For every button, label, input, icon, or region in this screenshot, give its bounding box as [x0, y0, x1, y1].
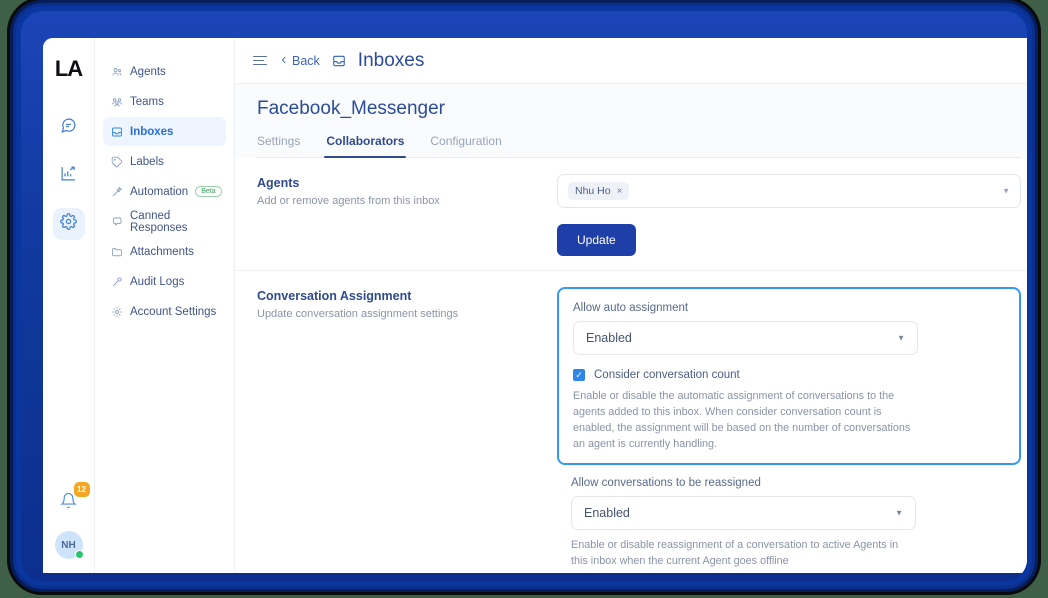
tab-configuration[interactable]: Configuration: [430, 134, 501, 157]
rail-bottom-group: 12 NH: [43, 489, 94, 559]
update-button[interactable]: Update: [557, 224, 636, 256]
device-frame: LA: [16, 6, 1032, 586]
consider-conversation-count-label: Consider conversation count: [594, 369, 740, 381]
sidebar-item-attachments[interactable]: Attachments: [103, 237, 226, 266]
consider-conversation-count-row[interactable]: ✓ Consider conversation count: [573, 369, 1005, 381]
reassign-label: Allow conversations to be reassigned: [571, 477, 1007, 489]
sidebar-item-label: Inboxes: [130, 126, 173, 138]
assignment-section-left: Conversation Assignment Update conversat…: [257, 287, 557, 573]
auto-assignment-help-text: Enable or disable the automatic assignme…: [573, 389, 925, 453]
rail-item-reports[interactable]: [53, 160, 85, 192]
sidebar-item-label: Labels: [130, 156, 164, 168]
agent-chip-label: Nhu Ho: [575, 185, 611, 197]
agents-section-left: Agents Add or remove agents from this in…: [257, 174, 557, 256]
rail-item-conversations[interactable]: [53, 112, 85, 144]
top-bar: Back Inboxes: [235, 38, 1027, 84]
notification-count-badge: 12: [74, 482, 90, 497]
auto-assignment-select[interactable]: Enabled ▼: [573, 321, 918, 355]
agents-section-title: Agents: [257, 176, 557, 190]
app-window: LA: [43, 38, 1027, 573]
agent-chip[interactable]: Nhu Ho ×: [568, 182, 629, 200]
sidebar-item-label: Agents: [130, 66, 166, 78]
back-button[interactable]: Back: [279, 54, 320, 68]
auto-assignment-highlight-box: Allow auto assignment Enabled ▼ ✓ Consid…: [557, 287, 1021, 465]
rail-icon-group: [53, 112, 85, 240]
teams-icon: [111, 96, 123, 108]
canned-response-icon: [111, 216, 123, 228]
beta-badge: Beta: [195, 186, 221, 198]
notifications-button[interactable]: 12: [55, 489, 83, 517]
app-logo: LA: [55, 56, 82, 82]
bar-chart-icon: [60, 165, 77, 187]
consider-conversation-count-checkbox[interactable]: ✓: [573, 369, 585, 381]
sidebar-item-canned-responses[interactable]: Canned Responses: [103, 207, 226, 236]
agents-icon: [111, 66, 123, 78]
sidebar-item-label: Attachments: [130, 246, 194, 258]
sidebar-item-labels[interactable]: Labels: [103, 147, 226, 176]
page-header: Facebook_Messenger Settings Collaborator…: [235, 84, 1027, 158]
page-title: Facebook_Messenger: [257, 98, 1021, 120]
conversation-assignment-section: Conversation Assignment Update conversat…: [235, 271, 1027, 573]
agents-section-right: Nhu Ho × ▼ Update: [557, 174, 1021, 256]
sidebar-item-automation[interactable]: Automation Beta: [103, 177, 226, 206]
folder-icon: [111, 246, 123, 258]
auto-assignment-value: Enabled: [586, 331, 632, 345]
reassign-select[interactable]: Enabled ▼: [571, 496, 916, 530]
sidebar-item-teams[interactable]: Teams: [103, 87, 226, 116]
device-frame-inner: LA: [21, 11, 1027, 581]
settings-sidebar: Agents Teams: [95, 38, 235, 573]
chevron-down-icon[interactable]: ▼: [1002, 187, 1010, 196]
agents-section: Agents Add or remove agents from this in…: [235, 158, 1027, 271]
agents-section-subtitle: Add or remove agents from this inbox: [257, 194, 557, 210]
presence-indicator-online: [75, 550, 84, 559]
tab-collaborators[interactable]: Collaborators: [326, 134, 404, 157]
chevron-down-icon[interactable]: ▼: [897, 334, 905, 343]
sidebar-item-account-settings[interactable]: Account Settings: [103, 297, 226, 326]
sidebar-item-label: Audit Logs: [130, 276, 184, 288]
audit-log-icon: [111, 276, 123, 288]
menu-toggle-icon[interactable]: [253, 56, 267, 66]
assignment-section-title: Conversation Assignment: [257, 289, 557, 303]
sidebar-item-label: Automation: [130, 186, 188, 198]
gear-icon: [60, 213, 77, 235]
auto-assignment-label: Allow auto assignment: [573, 302, 1005, 314]
icon-rail: LA: [43, 38, 95, 573]
chevron-down-icon[interactable]: ▼: [895, 508, 903, 517]
reassign-value: Enabled: [584, 506, 630, 520]
inbox-icon: [111, 126, 123, 138]
close-icon[interactable]: ×: [617, 186, 623, 197]
sidebar-item-inboxes[interactable]: Inboxes: [103, 117, 226, 146]
sidebar-item-agents[interactable]: Agents: [103, 57, 226, 86]
assignment-section-right: Allow auto assignment Enabled ▼ ✓ Consid…: [557, 287, 1021, 573]
sidebar-item-audit-logs[interactable]: Audit Logs: [103, 267, 226, 296]
main-column: Back Inboxes Facebook_Messenger: [235, 38, 1027, 573]
settings-panel: Agents Add or remove agents from this in…: [235, 158, 1027, 573]
sidebar-item-label: Account Settings: [130, 306, 216, 318]
user-avatar-button[interactable]: NH: [55, 531, 83, 559]
assignment-section-subtitle: Update conversation assignment settings: [257, 307, 557, 323]
back-label: Back: [292, 54, 320, 68]
chevron-left-icon: [279, 54, 289, 68]
tab-bar: Settings Collaborators Configuration: [257, 134, 1021, 158]
reassignment-group: Allow conversations to be reassigned Ena…: [557, 467, 1021, 573]
content-area: Facebook_Messenger Settings Collaborator…: [235, 84, 1027, 573]
agents-multiselect[interactable]: Nhu Ho × ▼: [557, 174, 1021, 208]
page-title-topbar: Inboxes: [358, 50, 425, 72]
rail-item-settings[interactable]: [53, 208, 85, 240]
tag-icon: [111, 156, 123, 168]
sidebar-item-label: Teams: [130, 96, 164, 108]
sidebar-item-label: Canned Responses: [130, 210, 218, 234]
inbox-icon: [332, 54, 346, 68]
account-settings-icon: [111, 306, 123, 318]
tab-settings[interactable]: Settings: [257, 134, 300, 157]
reassign-help-text: Enable or disable reassignment of a conv…: [571, 538, 916, 570]
automation-icon: [111, 186, 123, 198]
chat-bubble-icon: [60, 117, 77, 139]
